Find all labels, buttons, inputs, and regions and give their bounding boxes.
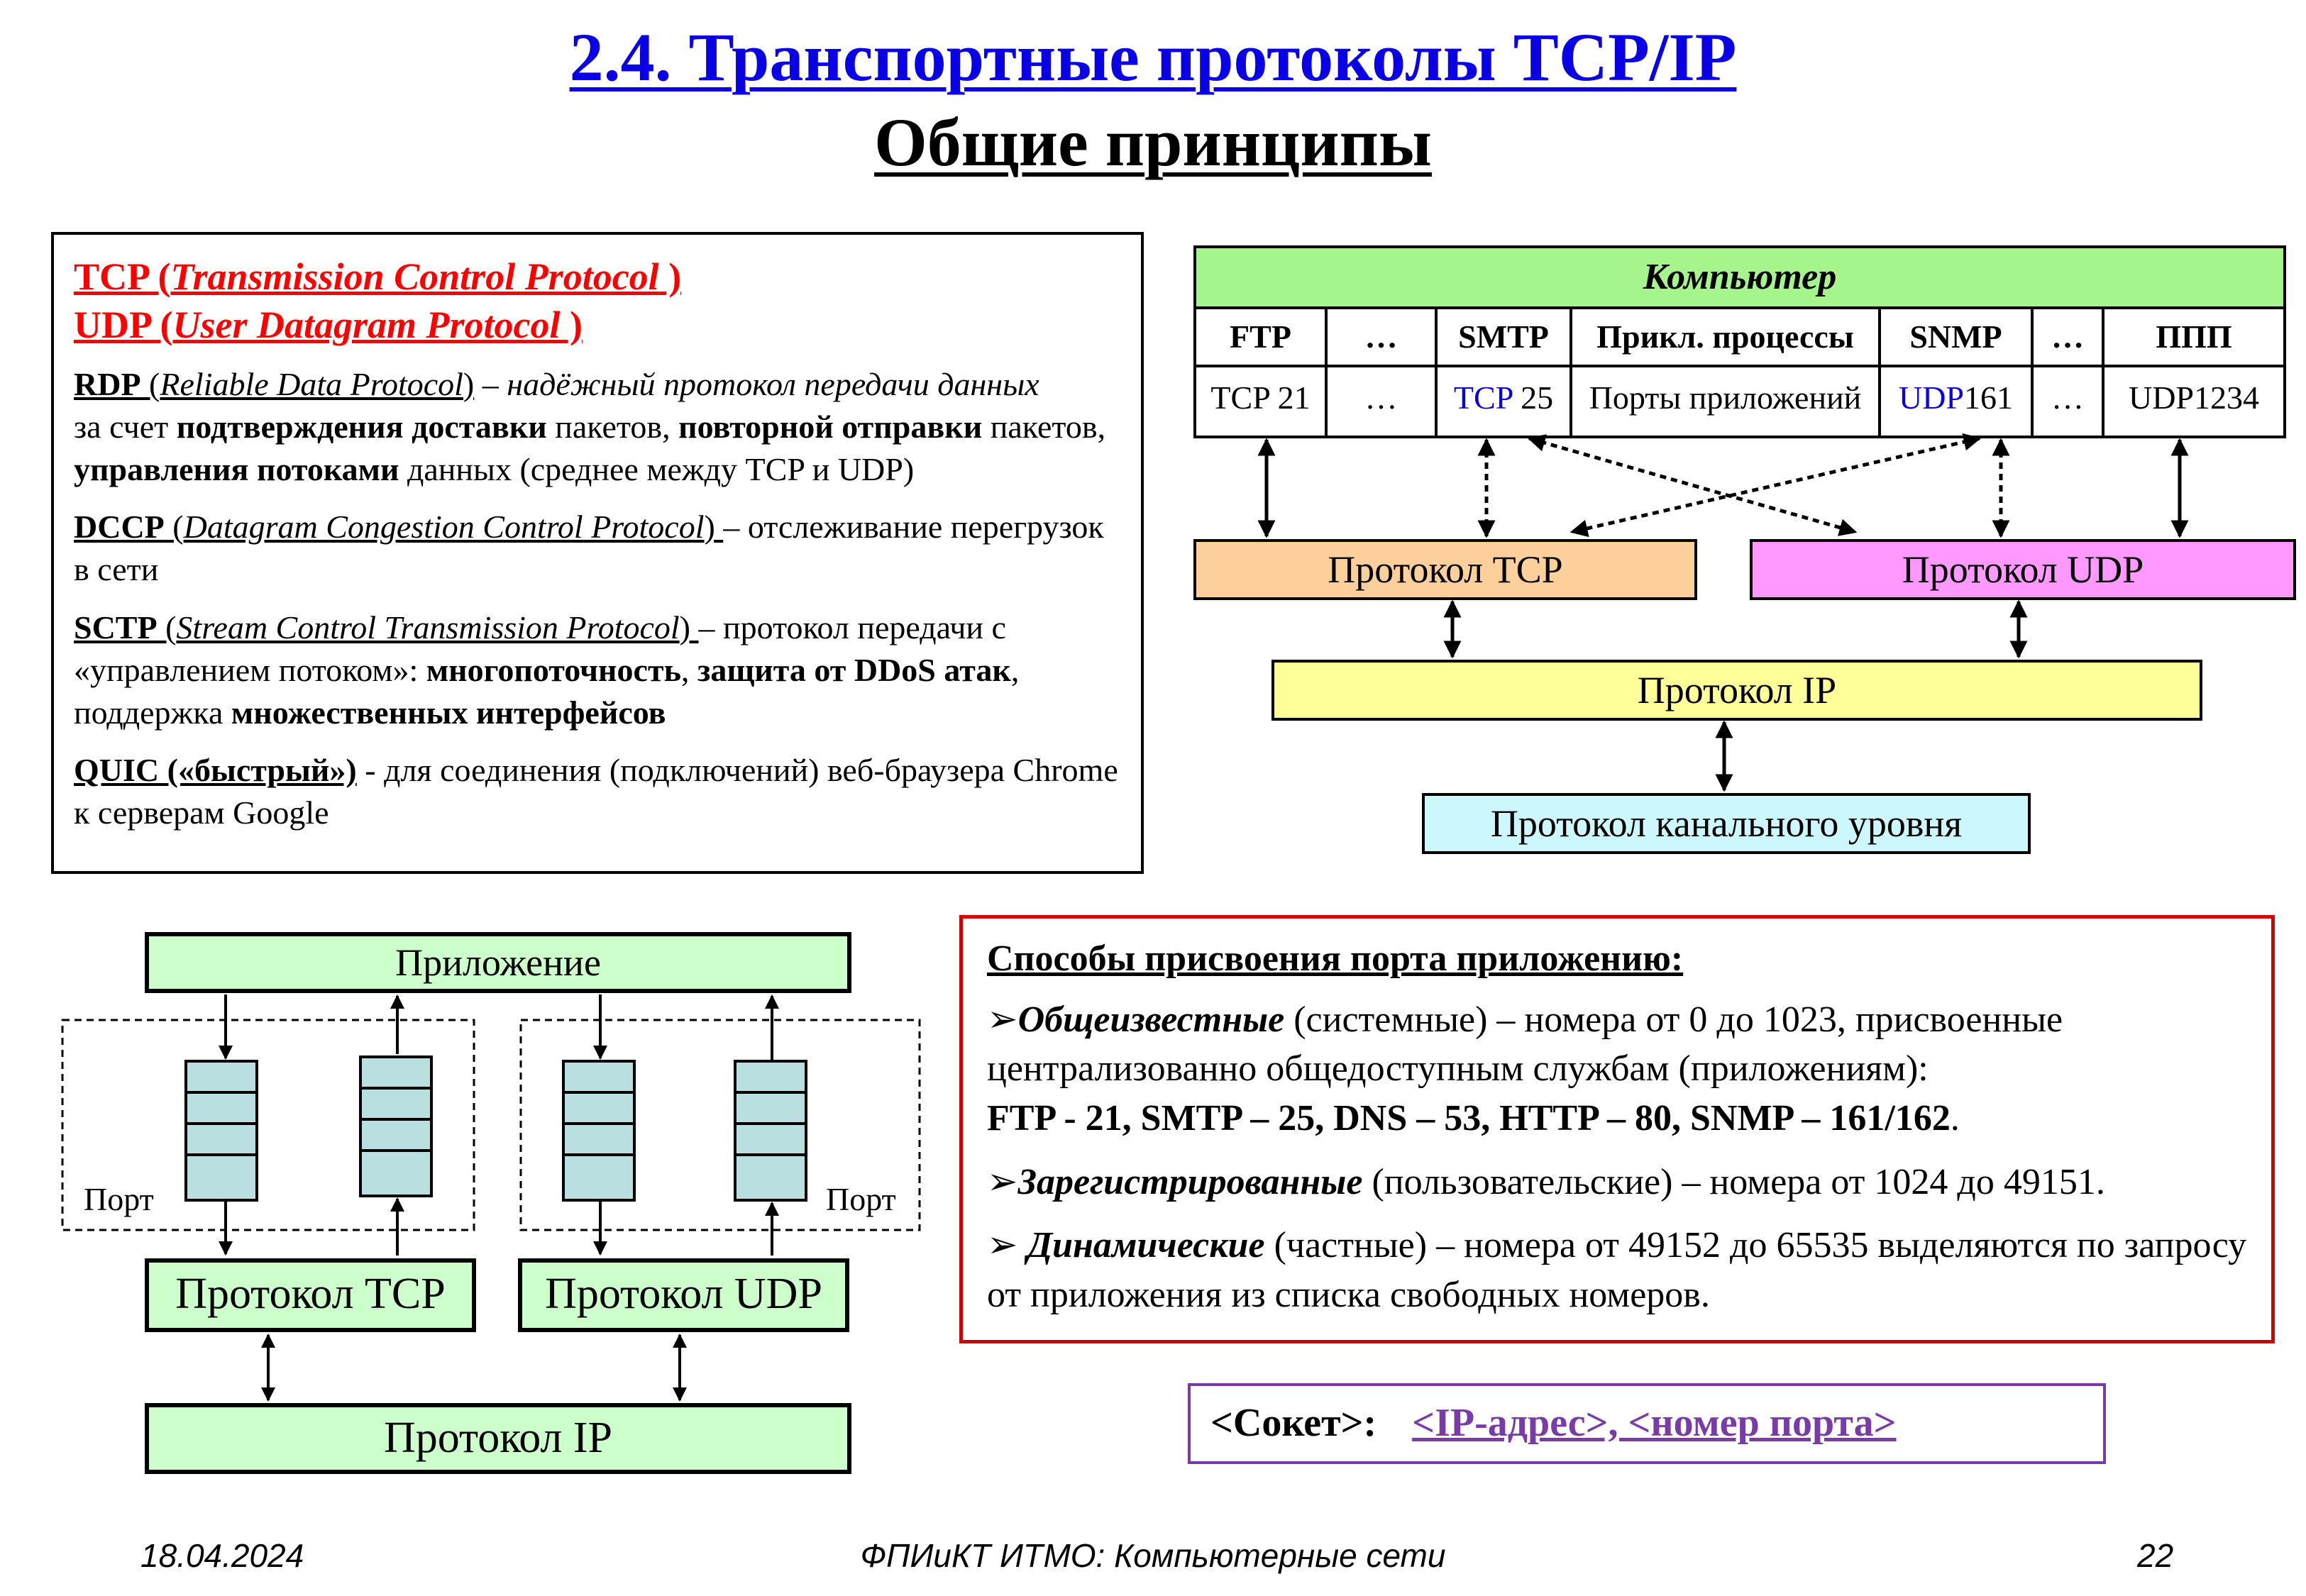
lower-ip-box: Протокол IP — [145, 1403, 851, 1474]
bullet-arrow-icon: ➢ — [987, 999, 1018, 1040]
footer-course: ФПИиКТ ИТМО: Компьютерные сети — [860, 1537, 1446, 1574]
socket-label: <Сокет>: — [1210, 1401, 1377, 1445]
port-assignment-box: Способы присвоения порта приложению: ➢Об… — [959, 915, 2275, 1343]
queue-tcp-out — [359, 1055, 433, 1197]
queue-udp-in — [562, 1060, 636, 1202]
lower-tcp-box: Протокол TCP — [145, 1258, 476, 1332]
method-name: Общеизвестные — [1017, 999, 1285, 1040]
queue-tcp-in — [184, 1060, 258, 1202]
method-name: Динамические — [1027, 1225, 1265, 1266]
queue-udp-out — [734, 1060, 807, 1202]
port-label-right: Порт — [826, 1181, 896, 1217]
examples-end: . — [1950, 1098, 1960, 1139]
application-box: Приложение — [145, 932, 851, 993]
socket-box: <Сокет>: <IP-адрес>, <номер порта> — [1188, 1383, 2106, 1464]
bullet-arrow-icon: ➢ — [987, 1161, 1018, 1202]
method-item-dynamic: ➢ Динамические (частные) – номера от 491… — [987, 1221, 2247, 1319]
method-item-registered: ➢Зарегистрированные (пользовательские) –… — [987, 1158, 2247, 1207]
footer-date: 18.04.2024 — [140, 1537, 304, 1574]
port-label-left: Порт — [84, 1181, 154, 1217]
method-name: Зарегистрированные — [1017, 1161, 1363, 1202]
port-methods-heading: Способы присвоения порта приложению: — [987, 938, 1684, 979]
well-known-examples: FTP - 21, SMTP – 25, DNS – 53, HTTP – 80… — [987, 1098, 1951, 1139]
method-item-well-known: ➢Общеизвестные (системные) – номера от 0… — [987, 995, 2247, 1143]
socket-value: <IP-адрес>, <номер порта> — [1412, 1401, 1897, 1445]
port-queue-diagram — [61, 994, 921, 1402]
lower-udp-box: Протокол UDP — [518, 1258, 849, 1332]
method-text: (пользовательские) – номера от 1024 до 4… — [1362, 1161, 2105, 1202]
page-number: 22 — [2137, 1537, 2174, 1574]
bullet-arrow-icon: ➢ — [987, 1225, 1027, 1266]
